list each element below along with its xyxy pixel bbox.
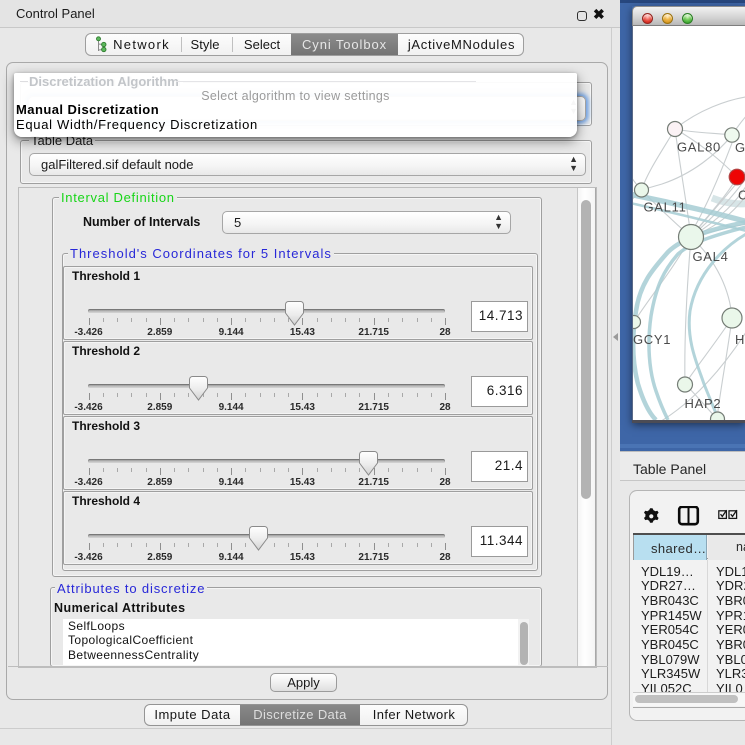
svg-text:GA: GA: [735, 140, 745, 155]
svg-text:GAL11: GAL11: [644, 200, 687, 215]
svg-text:GCY1: GCY1: [633, 332, 671, 347]
svg-text:GAL80: GAL80: [677, 140, 721, 155]
svg-text:C: C: [738, 188, 745, 203]
svg-text:GAL4: GAL4: [693, 249, 729, 264]
svg-text:HAP2: HAP2: [685, 396, 722, 411]
svg-text:H: H: [735, 332, 745, 347]
